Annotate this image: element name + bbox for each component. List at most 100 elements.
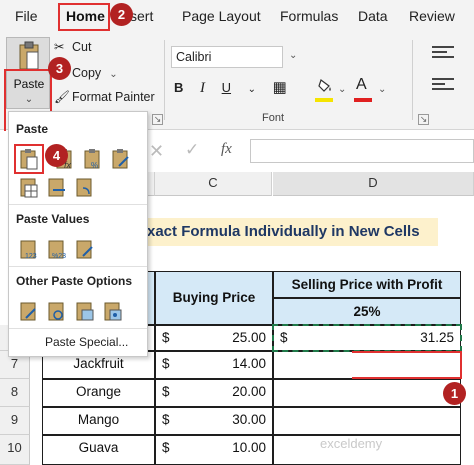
align-left-icon[interactable]: [432, 78, 454, 96]
chevron-down-icon[interactable]: ⌄: [378, 84, 386, 95]
amount: 25.00: [232, 330, 266, 345]
cut-label: Cut: [72, 40, 92, 54]
menu-header-other-paste: Other Paste Options: [16, 274, 133, 288]
paste-special-menu-item[interactable]: Paste Special...: [45, 335, 128, 349]
svg-text:123: 123: [25, 253, 37, 260]
buying-price-cell[interactable]: $10.00: [155, 435, 273, 465]
paste-keep-width-icon[interactable]: [47, 176, 67, 198]
paste-formatting-icon[interactable]: [19, 300, 39, 322]
table-row-name[interactable]: Guava: [42, 435, 155, 465]
tab-review[interactable]: Review: [409, 8, 455, 24]
watermark: exceldemy: [320, 436, 383, 451]
font-group-label: Font: [262, 112, 285, 124]
sheet-title-banner: xact Formula Individually in New Cells: [147, 218, 438, 246]
row-header-8[interactable]: 8: [0, 379, 30, 407]
buying-price-cell[interactable]: $20.00: [155, 379, 273, 407]
buying-price-cell[interactable]: $14.00: [155, 351, 273, 379]
tab-formulas[interactable]: Formulas: [280, 8, 338, 24]
excel-window: File Home sert Page Layout Formulas Data…: [0, 0, 474, 465]
step-badge-3: 3: [48, 57, 71, 80]
format-painter-label: Format Painter: [72, 90, 155, 104]
paste-formulas-number-icon[interactable]: %: [83, 148, 103, 170]
paste-linked-picture-icon[interactable]: [103, 300, 123, 322]
font-name-input[interactable]: Calibri: [171, 46, 283, 68]
amount: 10.00: [232, 440, 266, 455]
menu-divider: [9, 204, 147, 205]
chevron-down-icon[interactable]: ⌄: [289, 50, 297, 61]
tab-data[interactable]: Data: [358, 8, 388, 24]
ribbon-tab-bar: File Home sert Page Layout Formulas Data…: [0, 0, 474, 34]
fill-color-icon[interactable]: [318, 78, 332, 94]
enter-icon[interactable]: ✓: [185, 140, 199, 160]
buying-price-cell[interactable]: $25.00: [155, 325, 273, 351]
home-highlight-box: [58, 3, 110, 31]
bold-icon[interactable]: B: [174, 80, 183, 95]
selling-price-cell[interactable]: [273, 407, 461, 435]
chevron-down-icon[interactable]: ⌄: [109, 69, 117, 80]
scissors-icon: ✂: [54, 40, 65, 54]
step-badge-4: 4: [45, 144, 68, 167]
paste-values-number-icon[interactable]: %23: [47, 238, 67, 260]
amount: 14.00: [232, 356, 266, 371]
header-selling-price[interactable]: Selling Price with Profit: [273, 271, 461, 298]
currency-symbol: $: [162, 384, 170, 399]
copy-label: Copy: [72, 66, 102, 80]
column-header-c[interactable]: C: [155, 172, 272, 196]
header-buying-price[interactable]: Buying Price: [155, 271, 273, 325]
clipboard-launcher-icon[interactable]: ↘: [152, 114, 163, 125]
table-row-name[interactable]: Orange: [42, 379, 155, 407]
paste-no-borders-icon[interactable]: [19, 176, 39, 198]
paste-keep-formatting-icon[interactable]: [111, 148, 131, 170]
currency-symbol: $: [162, 440, 170, 455]
column-header-d[interactable]: D: [273, 172, 474, 196]
tab-insert[interactable]: sert: [130, 8, 153, 24]
tab-file[interactable]: File: [15, 8, 38, 24]
insert-function-icon[interactable]: fx: [221, 141, 232, 158]
borders-icon[interactable]: ▦: [273, 79, 287, 96]
cancel-icon[interactable]: ✕: [149, 141, 164, 162]
menu-header-paste: Paste: [16, 122, 49, 136]
paste-picture-icon[interactable]: [75, 300, 95, 322]
currency-symbol: $: [162, 330, 170, 345]
group-divider: [164, 40, 165, 120]
currency-symbol: $: [162, 356, 170, 371]
font-color-swatch: [354, 98, 372, 102]
selected-cell-highlight[interactable]: [352, 351, 462, 379]
selling-price-cell[interactable]: [273, 379, 461, 407]
font-color-icon[interactable]: A: [356, 76, 367, 94]
formula-input[interactable]: [250, 139, 474, 163]
menu-header-paste-values: Paste Values: [16, 212, 90, 226]
align-top-icon[interactable]: [432, 46, 454, 64]
format-painter-button[interactable]: 🖌 Format Painter: [54, 90, 155, 105]
font-style-row: B I U ⌄ ▦: [174, 78, 300, 97]
buying-price-cell[interactable]: $30.00: [155, 407, 273, 435]
font-launcher-icon[interactable]: ↘: [418, 114, 429, 125]
italic-icon[interactable]: I: [200, 80, 205, 96]
step-badge-2: 2: [110, 3, 133, 26]
paste-dropdown-menu: Paste fx % Paste Values 123 %23 Other Pa…: [8, 111, 148, 357]
tab-page-layout[interactable]: Page Layout: [182, 8, 261, 24]
paste-values-source-icon[interactable]: [75, 238, 95, 260]
paintbrush-icon: 🖌: [54, 90, 70, 104]
copy-marquee: [272, 324, 462, 352]
fill-color-swatch: [315, 98, 333, 102]
paste-transpose-icon[interactable]: [75, 176, 95, 198]
chevron-down-icon[interactable]: ⌄: [248, 84, 256, 95]
clipboard-icon: [19, 41, 39, 70]
paste-icon-highlight-box: [14, 144, 44, 174]
menu-divider: [9, 328, 147, 329]
row-header-10[interactable]: 10: [0, 435, 30, 465]
amount: 30.00: [232, 412, 266, 427]
underline-icon[interactable]: U: [222, 80, 231, 95]
cut-button[interactable]: ✂ Cut: [54, 39, 91, 54]
row-header-9[interactable]: 9: [0, 407, 30, 435]
svg-text:%: %: [91, 161, 98, 170]
chevron-down-icon[interactable]: ⌄: [338, 84, 346, 95]
paste-link-icon[interactable]: [47, 300, 67, 322]
paste-values-icon[interactable]: 123: [19, 238, 39, 260]
menu-divider: [9, 266, 147, 267]
profit-percentage-cell[interactable]: 25%: [273, 298, 461, 325]
currency-symbol: $: [162, 412, 170, 427]
table-row-name[interactable]: Mango: [42, 407, 155, 435]
amount: 20.00: [232, 384, 266, 399]
